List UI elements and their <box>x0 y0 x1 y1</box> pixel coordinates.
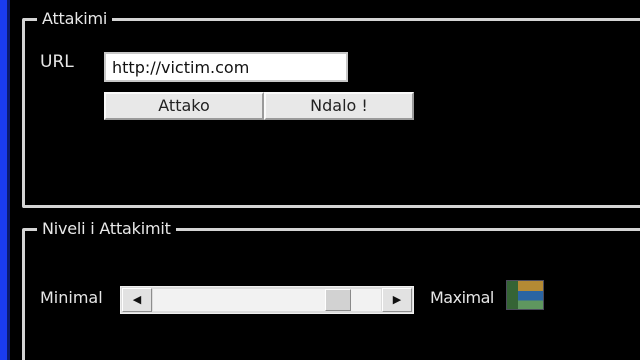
minimal-label: Minimal <box>40 288 103 307</box>
attack-button[interactable]: Attako <box>104 92 264 120</box>
stop-button[interactable]: Ndalo ! <box>264 92 414 120</box>
attack-level-groupbox-legend: Niveli i Attakimit <box>37 219 176 238</box>
app-window: Attakimi URL Attako Ndalo ! Niveli i Att… <box>0 0 640 360</box>
window-left-border <box>0 0 10 360</box>
url-input[interactable] <box>104 52 348 82</box>
slider-left-arrow-icon[interactable]: ◀ <box>122 288 152 312</box>
slider-track[interactable] <box>153 289 381 311</box>
slider-thumb[interactable] <box>325 289 351 311</box>
slider-right-arrow-icon[interactable]: ▶ <box>382 288 412 312</box>
attack-level-slider[interactable]: ◀ ▶ <box>120 286 414 314</box>
application-icon <box>506 280 544 310</box>
attack-groupbox-legend: Attakimi <box>37 9 113 28</box>
url-label: URL <box>40 52 74 72</box>
maximal-label: Maximal <box>430 288 494 307</box>
